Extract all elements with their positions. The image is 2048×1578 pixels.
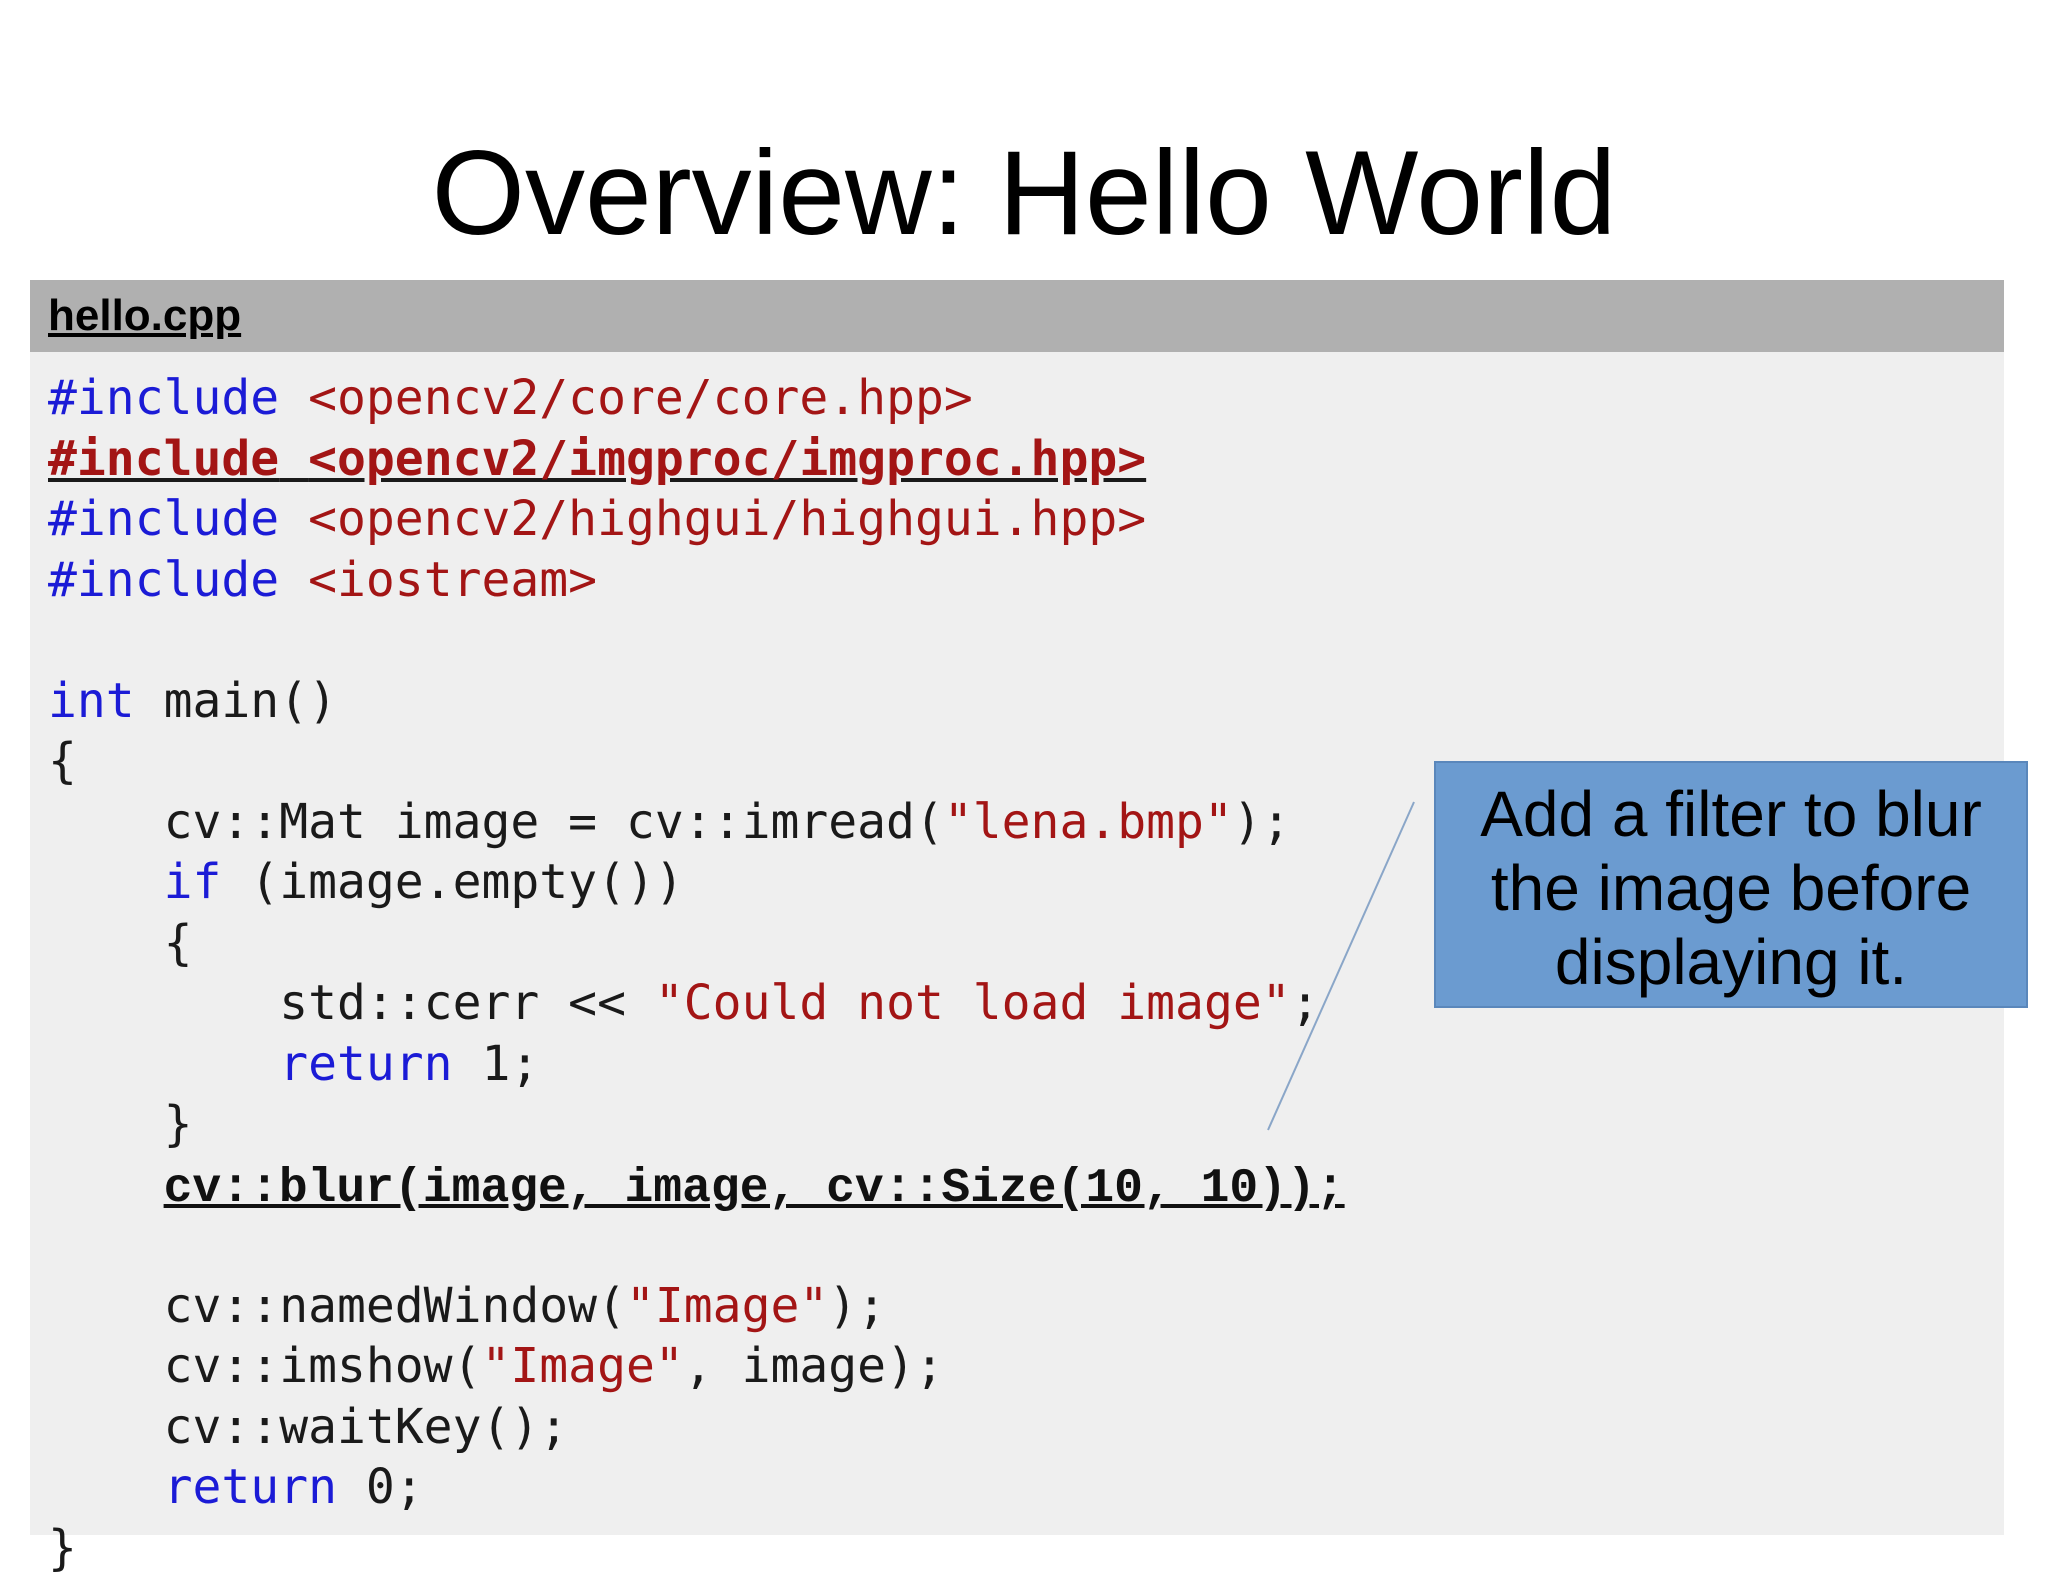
code-line (48, 1215, 1345, 1276)
code-line: std::cerr << "Could not load image"; (48, 973, 1345, 1034)
code-keyword: #include (48, 491, 279, 547)
code-line: cv::imshow("Image", image); (48, 1336, 1345, 1397)
code-text: ; (1291, 975, 1320, 1031)
code-text (279, 491, 308, 547)
file-header: hello.cpp (30, 280, 2004, 352)
code-line: return 0; (48, 1457, 1345, 1518)
code-text (48, 1459, 164, 1515)
code-line: cv::blur(image, image, cv::Size(10, 10))… (48, 1155, 1345, 1216)
code-line: #include <opencv2/highgui/highgui.hpp> (48, 489, 1345, 550)
code-text: } (48, 1520, 77, 1576)
code-line: int main() (48, 671, 1345, 732)
code-line: cv::namedWindow("Image"); (48, 1276, 1345, 1337)
code-text: cv::imshow( (48, 1338, 481, 1394)
code-text: main() (135, 673, 337, 729)
code-line: } (48, 1094, 1345, 1155)
code-line: return 1; (48, 1034, 1345, 1095)
code-block: #include <opencv2/core/core.hpp>#include… (48, 368, 1345, 1578)
code-string: "Image" (481, 1338, 683, 1394)
code-line: { (48, 913, 1345, 974)
code-text: std::cerr << (48, 975, 655, 1031)
code-text: 1; (453, 1036, 540, 1092)
code-text: cv::waitKey(); (48, 1399, 568, 1455)
code-text (48, 854, 164, 910)
code-line: #include <opencv2/core/core.hpp> (48, 368, 1345, 429)
code-line: cv::Mat image = cv::imread("lena.bmp"); (48, 792, 1345, 853)
code-text (279, 370, 308, 426)
code-string: "lena.bmp" (944, 794, 1233, 850)
code-text: } (48, 1096, 193, 1152)
file-name: hello.cpp (48, 290, 241, 342)
code-string: "Image" (626, 1278, 828, 1334)
code-keyword: int (48, 673, 135, 729)
code-line: if (image.empty()) (48, 852, 1345, 913)
code-text: 0; (337, 1459, 424, 1515)
code-text (279, 552, 308, 608)
code-keyword: return (279, 1036, 452, 1092)
code-text: (image.empty()) (221, 854, 683, 910)
code-text: cv::Mat image = cv::imread( (48, 794, 944, 850)
code-line: } (48, 1518, 1345, 1578)
code-string: <opencv2/core/core.hpp> (308, 370, 973, 426)
code-keyword: #include (48, 552, 279, 608)
code-line: { (48, 731, 1345, 792)
callout-box: Add a filter to blurthe image beforedisp… (1434, 761, 2028, 1008)
code-line: cv::waitKey(); (48, 1397, 1345, 1458)
code-text (279, 431, 308, 487)
code-line (48, 610, 1345, 671)
code-text: cv::namedWindow( (48, 1278, 626, 1334)
code-line: #include <opencv2/imgproc/imgproc.hpp> (48, 429, 1345, 490)
code-string: <opencv2/highgui/highgui.hpp> (308, 491, 1146, 547)
code-line: #include <iostream> (48, 550, 1345, 611)
code-text: { (48, 733, 77, 789)
callout-text-line: displaying it. (1436, 925, 2026, 999)
code-text: ); (828, 1278, 886, 1334)
callout-text-line: the image before (1436, 851, 2026, 925)
code-text: , image); (684, 1338, 944, 1394)
code-string: <opencv2/imgproc/imgproc.hpp> (308, 431, 1146, 487)
code-text (48, 1157, 164, 1213)
code-keyword: #include (48, 431, 279, 487)
code-text: { (48, 915, 193, 971)
code-keyword: if (164, 854, 222, 910)
code-text: cv::blur(image, image, cv::Size(10, 10))… (164, 1162, 1345, 1216)
code-string: "Could not load image" (655, 975, 1291, 1031)
slide-title: Overview: Hello World (0, 118, 2048, 268)
code-keyword: return (164, 1459, 337, 1515)
code-keyword: #include (48, 370, 279, 426)
callout-text-line: Add a filter to blur (1436, 777, 2026, 851)
code-text: ); (1233, 794, 1291, 850)
code-text (48, 1036, 279, 1092)
code-string: <iostream> (308, 552, 597, 608)
